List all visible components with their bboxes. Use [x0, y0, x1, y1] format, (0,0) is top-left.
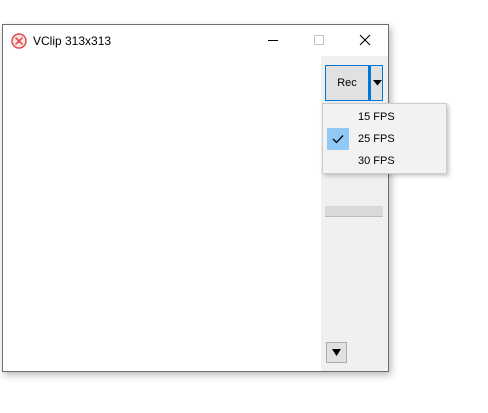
menu-item-label: 25 FPS [358, 133, 395, 145]
menu-item-label: 30 FPS [358, 155, 395, 167]
menu-item-15-fps[interactable]: 15 FPS [325, 106, 444, 128]
menu-check-area [327, 106, 349, 128]
minimize-button[interactable] [250, 25, 296, 56]
scroll-down-button[interactable] [326, 342, 347, 363]
rec-button[interactable]: Rec [325, 65, 369, 101]
capture-area[interactable] [3, 56, 321, 371]
minimize-icon [268, 40, 278, 41]
checkmark-icon [332, 135, 344, 144]
fps-dropdown-menu: 15 FPS 25 FPS 30 FPS [322, 103, 447, 174]
triangle-down-icon [373, 80, 382, 86]
menu-check-area [327, 128, 349, 150]
app-window: VClip 313x313 Rec [2, 24, 389, 372]
menu-check-area [327, 150, 349, 172]
menu-item-label: 15 FPS [358, 111, 395, 123]
close-icon [359, 34, 371, 46]
rec-dropdown-button[interactable] [369, 65, 383, 101]
partially-hidden-button[interactable] [325, 206, 383, 217]
triangle-down-icon [332, 349, 341, 356]
maximize-icon [314, 35, 324, 45]
close-button[interactable] [342, 25, 388, 56]
menu-item-30-fps[interactable]: 30 FPS [325, 150, 444, 172]
menu-item-25-fps[interactable]: 25 FPS [325, 128, 444, 150]
vclip-logo-icon [11, 33, 27, 49]
maximize-button[interactable] [296, 25, 342, 56]
window-title: VClip 313x313 [33, 34, 112, 48]
title-bar[interactable]: VClip 313x313 [3, 25, 388, 56]
